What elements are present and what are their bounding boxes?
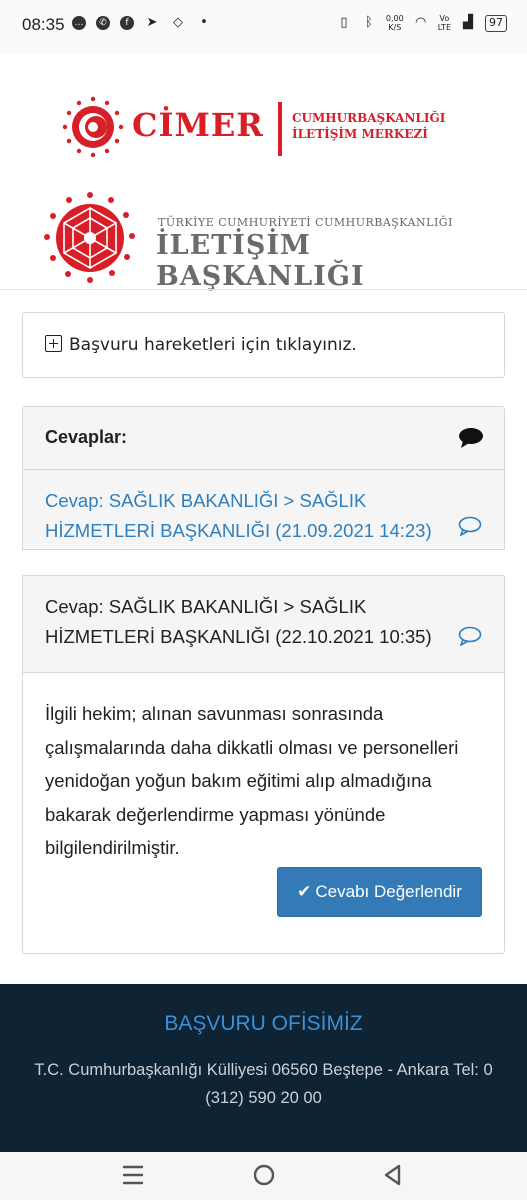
notification-icons: … ✆ f ➤ ◇ • xyxy=(72,15,212,31)
menu-icon[interactable] xyxy=(118,1162,148,1188)
iletisim-logo[interactable]: TÜRKİYE CUMHURİYETİ CUMHURBAŞKANLIĞI İLE… xyxy=(42,190,502,292)
answer-item-expanded[interactable]: Cevap: SAĞLIK BAKANLIĞI > SAĞLIK HİZMETL… xyxy=(23,576,504,673)
chat-icon: … xyxy=(72,16,86,30)
battery-level: 97 xyxy=(485,14,507,32)
footer: BAŞVURU OFİSİMİZ T.C. Cumhurbaşkanlığı K… xyxy=(0,984,527,1152)
rate-answer-label: Cevabı Değerlendir xyxy=(315,882,462,901)
footer-address: T.C. Cumhurbaşkanlığı Külliyesi 06560 Be… xyxy=(34,1061,493,1107)
whatsapp-icon: ✆ xyxy=(96,16,110,30)
application-movements-panel[interactable]: Başvuru hareketleri için tıklayınız. xyxy=(22,312,505,378)
system-icons: ▯ ᛒ 0,00 K/S ◠ Vo LTE ▟ 97 xyxy=(336,14,507,32)
bluetooth-icon: ᛒ xyxy=(364,15,373,30)
application-movements-label: Başvuru hareketleri için tıklayınız. xyxy=(69,335,357,355)
comment-icon xyxy=(459,428,483,448)
iletisim-emblem-icon xyxy=(44,192,135,283)
status-time: 08:35 xyxy=(22,15,65,34)
cimer-subtitle: CUMHURBAŞKANLIĞI İLETİŞİM MERKEZİ xyxy=(292,110,445,142)
iletisim-title: İLETİŞİM BAŞKANLIĞI xyxy=(156,230,365,292)
cimer-emblem-icon xyxy=(62,96,124,158)
wifi-icon: ◠ xyxy=(415,15,427,30)
back-icon[interactable] xyxy=(378,1162,408,1188)
cimer-subtitle-line1: CUMHURBAŞKANLIĞI xyxy=(292,111,446,125)
answers-panel: Cevaplar: Cevap: SAĞLIK BAKANLIĞI > SAĞL… xyxy=(22,406,505,954)
iletisim-subtitle: TÜRKİYE CUMHURİYETİ CUMHURBAŞKANLIĞI xyxy=(158,216,453,229)
status-bar: 08:35 … ✆ f ➤ ◇ • ▯ ᛒ 0,00 K/S ◠ Vo LTE ▟ … xyxy=(0,0,527,54)
logo-divider xyxy=(278,102,282,156)
rate-answer-button[interactable]: ✔ Cevabı Değerlendir xyxy=(277,867,482,917)
header-divider xyxy=(0,289,527,290)
plus-square-icon xyxy=(45,335,62,352)
network-speed: 0,00 K/S xyxy=(385,14,404,32)
signal-icon: ▟ xyxy=(463,15,473,30)
answer-link[interactable]: Cevap: SAĞLIK BAKANLIĞI > SAĞLIK HİZMETL… xyxy=(45,486,445,546)
facebook-icon: f xyxy=(120,16,134,30)
footer-title: BAŞVURU OFİSİMİZ xyxy=(164,1012,363,1035)
answer-separator xyxy=(22,550,505,576)
cimer-subtitle-line2: İLETİŞİM MERKEZİ xyxy=(292,127,428,141)
answer-item[interactable]: Cevap: SAĞLIK BAKANLIĞI > SAĞLIK HİZMETL… xyxy=(23,470,504,550)
answer-body-text: İlgili hekim; alınan savunması sonrasınd… xyxy=(45,703,459,858)
page-content: CİMER CUMHURBAŞKANLIĞI İLETİŞİM MERKEZİ xyxy=(0,54,527,1152)
cimer-wordmark: CİMER xyxy=(132,106,264,144)
cimer-logo[interactable]: CİMER CUMHURBAŞKANLIĞI İLETİŞİM MERKEZİ xyxy=(62,94,482,174)
answer-link[interactable]: Cevap: SAĞLIK BAKANLIĞI > SAĞLIK HİZMETL… xyxy=(45,592,445,652)
more-dot-icon: • xyxy=(200,15,208,30)
home-icon[interactable] xyxy=(249,1162,279,1188)
system-nav-bar xyxy=(0,1152,527,1200)
volte-label: Vo LTE xyxy=(437,14,451,32)
application-movements-toggle[interactable]: Başvuru hareketleri için tıklayınız. xyxy=(45,335,357,355)
comment-outline-icon xyxy=(458,626,482,646)
answers-title: Cevaplar: xyxy=(45,427,128,447)
vibrate-icon: ▯ xyxy=(340,15,348,30)
check-icon: ✔ xyxy=(297,882,312,901)
answers-header: Cevaplar: xyxy=(23,407,504,470)
nav-arrow-icon: ◇ xyxy=(173,15,183,30)
telegram-icon: ➤ xyxy=(146,15,158,30)
comment-outline-icon xyxy=(458,516,482,536)
